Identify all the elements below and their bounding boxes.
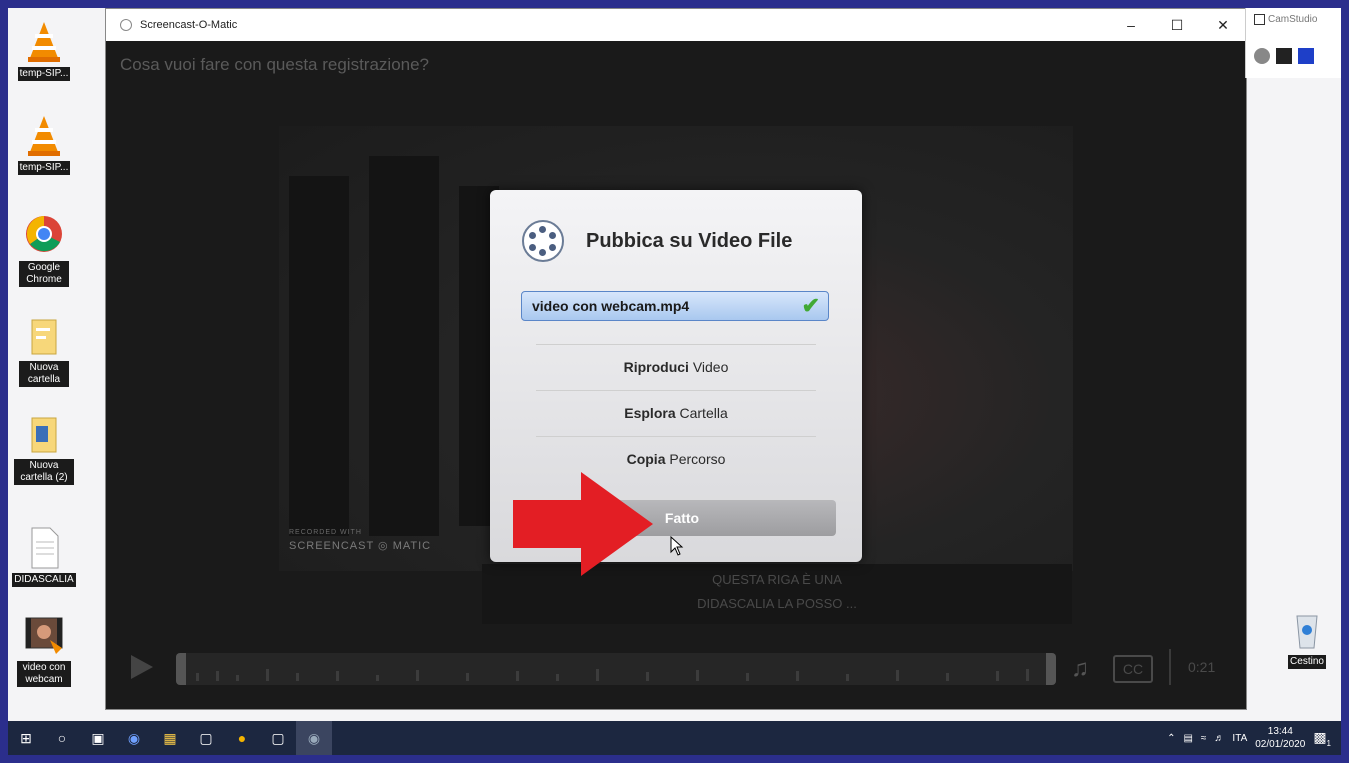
player-controls: ♫ CC 0:21 — [106, 641, 1246, 701]
camstudio-toolbar — [1254, 48, 1314, 64]
waveform — [196, 669, 1029, 681]
record-button[interactable] — [1254, 48, 1270, 64]
recording-prompt: Cosa vuoi fare con questa registrazione? — [120, 55, 430, 74]
clock-time: 13:44 — [1267, 726, 1293, 737]
captions-button[interactable]: CC — [1113, 655, 1153, 683]
red-arrow-annotation — [513, 472, 653, 576]
play-video-option[interactable]: Riproduci Video — [536, 344, 816, 389]
vlc-icon — [24, 20, 64, 64]
system-tray: ⌃ ▤ ≈ ♬ ITA 13:44 02/01/2020 ▩1 — [1167, 721, 1331, 755]
screencast-taskbar-icon[interactable]: ◉ — [296, 721, 332, 755]
maximize-button[interactable]: ☐ — [1154, 9, 1200, 41]
explore-folder-option[interactable]: Esplora Cartella — [536, 390, 816, 435]
bookshelf — [369, 156, 439, 536]
dialog-title: Pubbica su Video File — [586, 229, 793, 252]
desktop-icon-vlc-2[interactable]: temp-SIP... — [8, 114, 80, 175]
desktop-icon-recycle-bin[interactable]: Cestino — [1271, 608, 1341, 669]
window-titlebar[interactable]: Screencast-O-Matic – ☐ ✕ — [106, 9, 1246, 41]
camstudio-title: CamStudio — [1268, 14, 1341, 25]
notification-icon[interactable]: ▩1 — [1313, 729, 1331, 748]
option-rest: Cartella — [675, 405, 728, 421]
divider — [1169, 649, 1171, 685]
screen: temp-SIP... temp-SIP... Google Chrome Nu… — [8, 8, 1341, 755]
watermark: SCREENCAST ◎ MATIC — [289, 540, 432, 552]
stop-button[interactable] — [1298, 48, 1314, 64]
caption-line: DIDASCALIA LA POSSO ... — [697, 596, 857, 611]
camstudio-window: CamStudio — [1245, 8, 1341, 78]
chevron-up-icon[interactable]: ⌃ — [1167, 733, 1175, 744]
minimize-button[interactable]: – — [1108, 9, 1154, 41]
timeline-track[interactable] — [176, 653, 1056, 685]
window-title: Screencast-O-Matic — [140, 19, 238, 31]
start-button[interactable]: ⊞ — [8, 721, 44, 755]
duration-label: 0:21 — [1188, 659, 1216, 675]
taskbar: ⊞ ○ ▣ ◉ ▦ ▢ ● ▢ ◉ ⌃ ▤ ≈ ♬ ITA 13:44 02/0… — [8, 721, 1341, 755]
option-bold: Esplora — [624, 405, 676, 421]
play-icon[interactable] — [131, 655, 153, 679]
bookshelf — [289, 176, 349, 536]
screen-recorder-icon[interactable]: ▢ — [188, 721, 224, 755]
desktop-icon-label: video con webcam — [17, 661, 71, 687]
task-view-icon[interactable]: ▣ — [80, 721, 116, 755]
filename-text: video con webcam.mp4 — [532, 298, 690, 314]
vlc-icon — [24, 114, 64, 158]
video-file-icon — [24, 614, 64, 658]
desktop-icon-label: DIDASCALIA — [12, 573, 76, 587]
wifi-icon[interactable]: ≈ — [1201, 733, 1207, 744]
desktop-icon-vlc-1[interactable]: temp-SIP... — [8, 20, 80, 81]
desktop-icon-label: temp-SIP... — [17, 161, 71, 175]
trim-end-handle[interactable] — [1046, 653, 1056, 685]
desktop-icon-text-file[interactable]: DIDASCALIA — [8, 526, 80, 587]
option-rest: Video — [688, 359, 729, 375]
volume-icon[interactable]: ♬ — [1214, 733, 1224, 744]
desktop-icon-folder-1[interactable]: Nuova cartella — [8, 314, 80, 387]
option-bold: Riproduci — [623, 359, 689, 375]
network-icon[interactable]: ▤ — [1183, 733, 1192, 744]
desktop-icon-label: Nuova cartella (2) — [14, 459, 74, 485]
paint-3d-icon[interactable]: ◉ — [116, 721, 152, 755]
folder-icon — [24, 314, 64, 358]
desktop-icon-label: Cestino — [1288, 655, 1326, 669]
text-file-icon — [24, 526, 64, 570]
app-icon — [120, 19, 132, 31]
chrome-icon — [24, 214, 64, 258]
desktop-icon-label: temp-SIP... — [17, 67, 71, 81]
desktop-icon-chrome[interactable]: Google Chrome — [8, 214, 80, 287]
clock[interactable]: 13:44 02/01/2020 — [1255, 725, 1305, 751]
desktop-icon-label: Nuova cartella — [19, 361, 69, 387]
desktop-icon-folder-2[interactable]: Nuova cartella (2) — [8, 412, 80, 485]
close-button[interactable]: ✕ — [1200, 9, 1246, 41]
search-icon[interactable]: ○ — [44, 721, 80, 755]
language-indicator[interactable]: ITA — [1232, 733, 1247, 744]
option-bold: Copia — [626, 451, 666, 467]
chrome-taskbar-icon[interactable]: ● — [224, 721, 260, 755]
video-editor-icon[interactable]: ▢ — [260, 721, 296, 755]
folder-icon — [24, 412, 64, 456]
notification-count: 1 — [1326, 738, 1331, 748]
desktop-icon-video-file[interactable]: video con webcam — [8, 614, 80, 687]
dialog-header: Pubbica su Video File — [522, 220, 792, 262]
watermark-small: RECORDED WITH — [289, 529, 362, 536]
film-reel-icon — [522, 220, 564, 262]
filename-field[interactable]: video con webcam.mp4 ✔ — [521, 291, 829, 321]
pause-button[interactable] — [1276, 48, 1292, 64]
recycle-bin-icon — [1287, 608, 1327, 652]
clock-date: 02/01/2020 — [1255, 739, 1306, 750]
checkmark-icon: ✔ — [801, 293, 820, 318]
mouse-cursor-icon — [670, 536, 684, 556]
file-explorer-icon[interactable]: ▦ — [152, 721, 188, 755]
desktop-icon-label: Google Chrome — [19, 261, 69, 287]
music-note-icon[interactable]: ♫ — [1071, 655, 1089, 683]
option-rest: Percorso — [665, 451, 726, 467]
